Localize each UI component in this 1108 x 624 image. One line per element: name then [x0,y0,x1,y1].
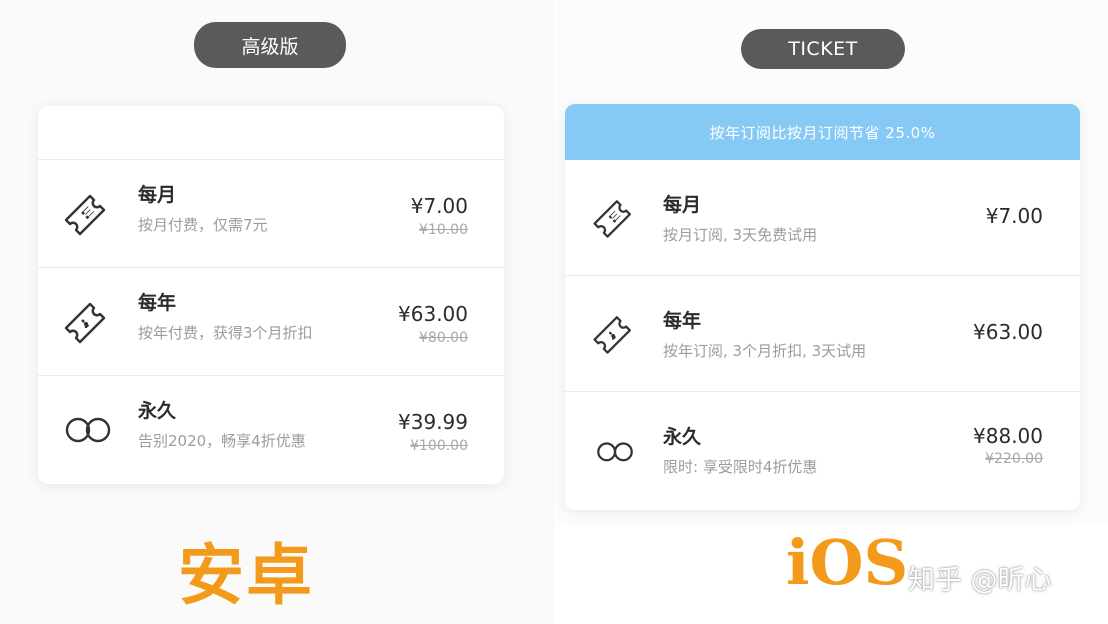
platform-label-ios: iOS [786,526,909,599]
plan-price: ¥88.00 [973,424,1043,448]
plan-title: 每月 [663,194,702,216]
android-panel: 高级版 三 每月 按月付费，仅需7元 ¥7.00 ¥10.00 每年 按年付费，… [0,0,555,624]
card-header [38,106,504,160]
plan-original-price: ¥220.00 [985,451,1043,467]
infinity-icon [65,417,111,443]
plan-price: ¥7.00 [410,194,468,218]
ios-plan-card: 按年订阅比按月订阅节省 25.0% 三 每月 按月订阅, 3天免费试用 ¥7.0… [565,104,1080,510]
plan-original-price: ¥10.00 [419,222,468,238]
plan-description: 按月订阅, 3天免费试用 [663,226,818,244]
premium-pill: 高级版 [194,22,346,68]
plan-title: 永久 [138,400,177,422]
plan-row-lifetime[interactable]: 永久 限时: 享受限时4折优惠 ¥88.00 ¥220.00 [565,392,1080,508]
ticket-icon [64,302,106,344]
plan-row-lifetime[interactable]: 永久 告别2020，畅享4折优惠 ¥39.99 ¥100.00 [38,376,504,484]
plan-price: ¥7.00 [985,204,1043,228]
plan-description: 告别2020，畅享4折优惠 [138,432,306,450]
plan-description: 按年订阅, 3个月折扣, 3天试用 [663,342,867,360]
plan-description: 限时: 享受限时4折优惠 [663,458,818,476]
plan-price: ¥63.00 [973,320,1043,344]
comparison-stage: 高级版 三 每月 按月付费，仅需7元 ¥7.00 ¥10.00 每年 按年付费，… [0,0,1108,624]
plan-row-yearly[interactable]: 每年 按年订阅, 3个月折扣, 3天试用 ¥63.00 [565,276,1080,392]
plan-title: 每月 [138,184,177,206]
plan-title: 永久 [663,426,702,448]
ticket-icon: 三 [593,200,631,238]
plan-price: ¥39.99 [398,410,468,434]
savings-banner: 按年订阅比按月订阅节省 25.0% [565,104,1080,160]
android-plan-card: 三 每月 按月付费，仅需7元 ¥7.00 ¥10.00 每年 按年付费，获得3个… [38,106,504,484]
plan-description: 按月付费，仅需7元 [138,216,268,234]
infinity-icon [597,442,633,462]
plan-row-yearly[interactable]: 每年 按年付费，获得3个月折扣 ¥63.00 ¥80.00 [38,268,504,376]
plan-title: 每年 [138,292,177,314]
plan-title: 每年 [663,310,702,332]
plan-row-monthly[interactable]: 三 每月 按月付费，仅需7元 ¥7.00 ¥10.00 [38,160,504,268]
plan-description: 按年付费，获得3个月折扣 [138,324,313,342]
plan-price: ¥63.00 [398,302,468,326]
ticket-icon: 三 [64,194,106,236]
author-watermark: 知乎 @昕心 [908,565,1052,596]
plan-original-price: ¥100.00 [410,438,468,454]
ticket-pill: TICKET [741,29,905,69]
plan-original-price: ¥80.00 [419,330,468,346]
ticket-icon [593,316,631,354]
platform-label-android: 安卓 [178,536,314,614]
plan-row-monthly[interactable]: 三 每月 按月订阅, 3天免费试用 ¥7.00 [565,160,1080,276]
